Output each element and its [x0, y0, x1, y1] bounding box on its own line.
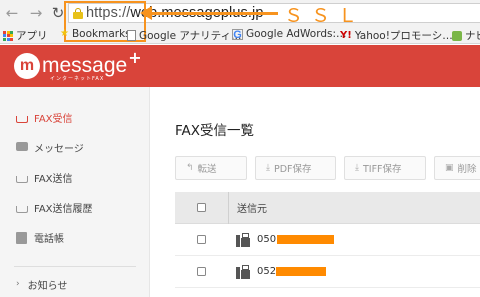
sender-column-header[interactable]: 送信元	[237, 200, 267, 215]
star-icon: ★	[60, 28, 69, 39]
google-icon: G	[232, 28, 243, 41]
messageplus-logo[interactable]: m message + インターネットFAX	[14, 48, 142, 82]
pdf-save-button[interactable]: ⤓ PDF保存	[255, 156, 336, 180]
chevron-right-icon: ›	[16, 279, 20, 289]
row-checkbox[interactable]	[197, 267, 206, 276]
row-checkbox[interactable]	[197, 235, 206, 244]
main-content: FAX受信一覧 ↰ 転送 ⤓ PDF保存 ⤓ TIFF保存 ▣ 削除 送信元 0…	[151, 87, 480, 297]
history-tray-icon	[16, 202, 28, 213]
logo-text: message	[42, 54, 128, 77]
sidebar-item-notices[interactable]: › お知らせ	[0, 269, 150, 297]
sidebar-item-phonebook[interactable]: 電話帳	[0, 222, 150, 252]
page-title: FAX受信一覧	[175, 123, 255, 139]
sidebar-divider	[14, 266, 136, 267]
outbox-icon	[16, 172, 28, 183]
sidebar-item-messages[interactable]: メッセージ	[0, 132, 150, 162]
tiff-save-button[interactable]: ⤓ TIFF保存	[344, 156, 426, 180]
sidebar: FAX受信 メッセージ FAX送信 FAX送信履歴 電話帳 › お知らせ	[0, 87, 150, 297]
page-icon	[127, 30, 136, 41]
fax-table: 送信元 050 052	[175, 191, 480, 288]
sidebar-item-fax-send-history[interactable]: FAX送信履歴	[0, 192, 150, 222]
apps-grid-icon	[3, 30, 13, 41]
fax-machine-icon	[236, 232, 250, 247]
transfer-button[interactable]: ↰ 転送	[175, 156, 247, 180]
inbox-icon	[16, 112, 28, 123]
toolbar: ↰ 転送 ⤓ PDF保存 ⤓ TIFF保存 ▣ 削除	[175, 156, 480, 180]
yahoo-icon: Y!	[340, 30, 352, 41]
navi-icon	[452, 30, 462, 41]
sidebar-item-fax-send[interactable]: FAX送信	[0, 162, 150, 192]
phonebook-icon	[16, 231, 28, 244]
logo-plus-icon: +	[128, 47, 142, 67]
bookmarks-bar: アプリ ★ Bookmarks Google アナリティ… G Google A…	[0, 24, 480, 44]
redaction-bar	[276, 266, 327, 276]
download-icon: ⤓	[355, 163, 359, 173]
forward-icon: ↰	[186, 163, 194, 173]
sender-number: 050	[257, 234, 335, 245]
bookmark-apps[interactable]: アプリ	[3, 28, 48, 43]
delete-button[interactable]: ▣ 削除	[434, 156, 480, 180]
download-icon: ⤓	[266, 163, 270, 173]
bookmark-yahoo-promotion[interactable]: Y! Yahoo!プロモーシ…	[340, 28, 453, 43]
annotation-arrow-line	[148, 12, 278, 15]
bookmark-google-analytics[interactable]: Google アナリティ…	[127, 28, 242, 43]
redaction-bar	[277, 234, 335, 244]
table-header: 送信元	[175, 191, 480, 224]
bookmark-google-adwords[interactable]: G Google AdWords:…	[232, 28, 347, 40]
logo-subtitle: インターネットFAX	[50, 76, 105, 82]
column-divider	[228, 191, 229, 224]
sender-number: 052	[257, 266, 327, 277]
table-row[interactable]: 052	[175, 256, 480, 288]
app-header: m message + インターネットFAX	[0, 45, 480, 87]
back-arrow-icon[interactable]: ←	[2, 3, 22, 23]
fax-machine-icon	[236, 264, 250, 279]
trash-icon: ▣	[445, 163, 454, 173]
bookmark-navi[interactable]: ナビ	[452, 28, 480, 43]
chat-bubble-icon	[16, 141, 28, 153]
logo-m-badge: m	[14, 53, 40, 79]
sidebar-item-fax-inbox[interactable]: FAX受信	[0, 102, 150, 132]
forward-arrow-icon[interactable]: →	[26, 3, 46, 23]
bookmark-bookmarks[interactable]: ★ Bookmarks	[60, 28, 131, 40]
select-all-checkbox[interactable]	[197, 203, 206, 212]
table-row[interactable]: 050	[175, 224, 480, 256]
browser-chrome: ← → ↻ https://web.messageplus.jp ＳＳＬ アプリ…	[0, 0, 480, 44]
